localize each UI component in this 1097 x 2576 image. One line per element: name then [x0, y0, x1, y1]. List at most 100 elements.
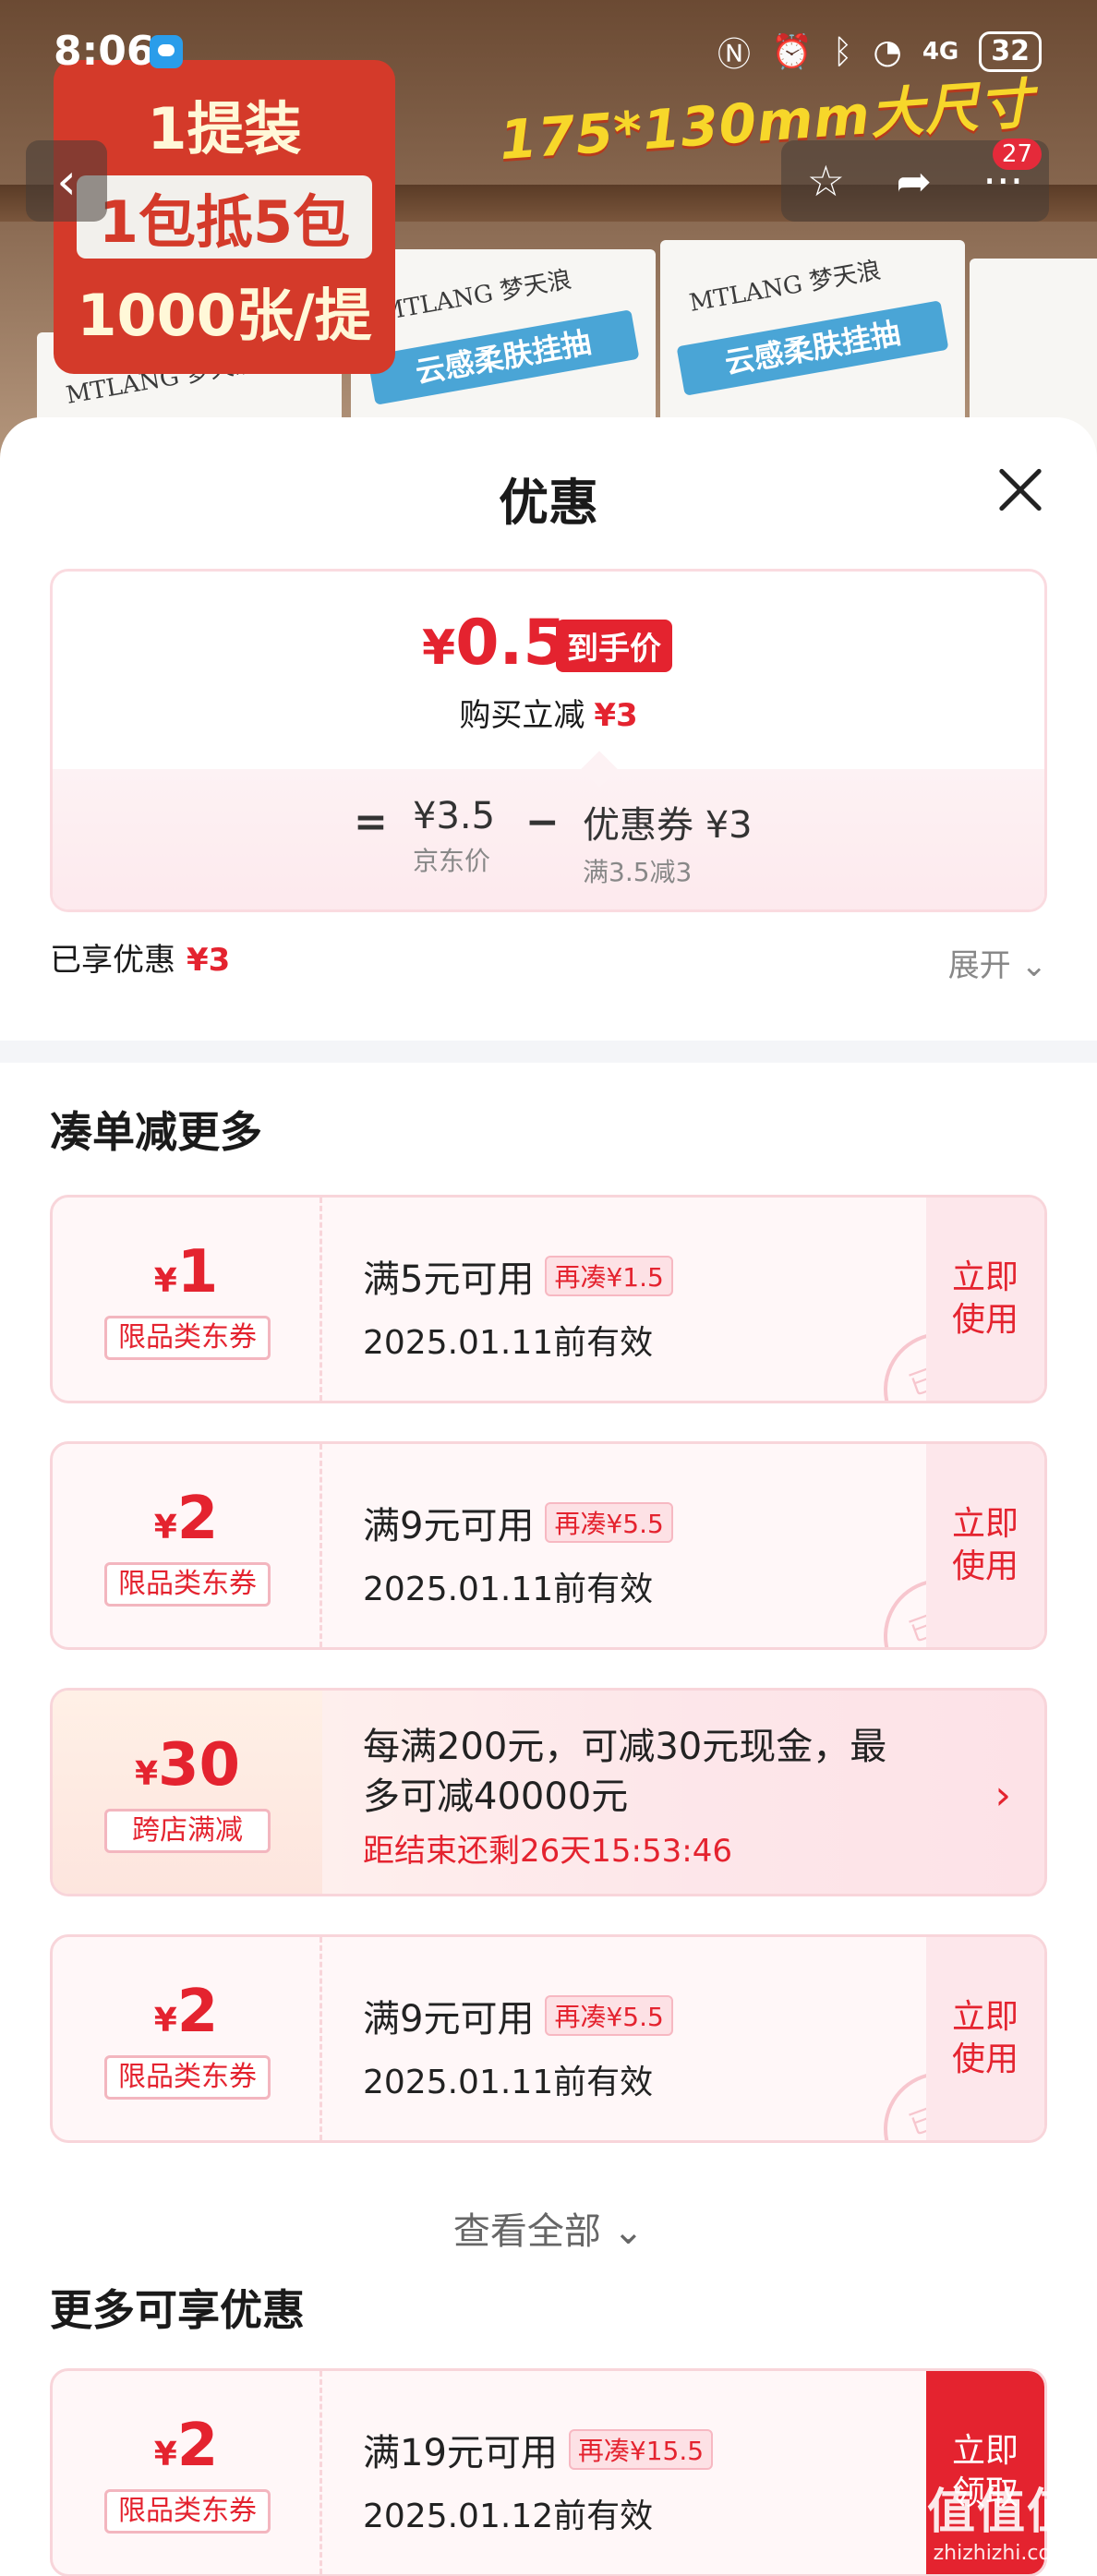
coupon-condition-text: 满5元可用	[363, 1258, 535, 1301]
reduce-label: 购买立减	[459, 697, 585, 734]
promo-line: 1000张/提	[77, 282, 372, 350]
wifi-icon: ◔	[873, 32, 902, 71]
chevron-down-icon: ⌄	[1020, 947, 1048, 984]
coupon-card: ¥2 限品类东券 满19元可用 再凑¥15.5 2025.01.12前有效 立即领…	[50, 2368, 1047, 2576]
coupon-condition-text: 满9元可用	[363, 1998, 535, 2040]
view-all-button[interactable]: 查看全部 ⌄	[0, 2201, 1097, 2255]
back-button[interactable]: ‹	[26, 140, 107, 222]
coupon-amount: ¥1	[53, 1238, 319, 1306]
star-icon[interactable]: ☆	[807, 156, 845, 206]
use-now-button[interactable]: 立即使用	[926, 1444, 1044, 1647]
coupon-amount-value: 2	[176, 2412, 219, 2480]
notification-badge: 27	[992, 138, 1042, 170]
expand-label: 展开	[947, 947, 1011, 984]
promo-rule-line2: 多可减40000元	[363, 1776, 629, 1818]
coupon-amount: ¥2	[53, 2412, 319, 2480]
final-price: ¥0.5	[422, 607, 567, 680]
share-icon[interactable]: ➦	[896, 156, 932, 206]
currency-symbol: ¥	[134, 1755, 158, 1793]
enjoyed-discount: 已享优惠 ¥3	[50, 934, 230, 980]
coupon-amount-value: 1	[176, 1238, 219, 1306]
currency-symbol: ¥	[153, 2436, 177, 2474]
view-all-label: 查看全部	[452, 2210, 601, 2253]
watermark-logo: 值值值	[926, 2485, 1077, 2540]
section-title-combine: 凑单减更多	[50, 1107, 262, 1157]
expand-button[interactable]: 展开 ⌄	[948, 940, 1047, 985]
price-breakdown: ¥0.5 到手价 购买立减 ¥3 = ¥3.5 京东价 − 优惠券 ¥3 满3.5…	[50, 569, 1047, 912]
nfc-icon: Ⓝ	[717, 36, 751, 74]
currency-symbol: ¥	[153, 2002, 177, 2040]
coupon-info: 满9元可用 再凑¥5.5 2025.01.11前有效	[363, 1496, 673, 1610]
coupon-condition: 满9元可用 再凑¥5.5	[363, 1989, 673, 2042]
jd-price: ¥3.5 京东价	[413, 795, 495, 878]
coupon-validity: 2025.01.12前有效	[363, 2498, 654, 2535]
coupon-type: 限品类东券	[104, 2055, 271, 2100]
coupon-value: ¥2 限品类东券	[53, 1937, 322, 2140]
coupon-deduction-value: 优惠券 ¥3	[583, 804, 753, 847]
coupon-condition-text: 满9元可用	[363, 1505, 535, 1547]
use-now-button[interactable]: 立即使用	[926, 1937, 1044, 2140]
enjoyed-amount: ¥3	[187, 942, 231, 979]
coupon-value: ¥1 限品类东券	[53, 1198, 322, 1401]
alarm-icon: ⏰	[770, 33, 813, 71]
coupon-amount: ¥2	[53, 1485, 319, 1553]
promo-value: ¥30 跨店满减	[53, 1691, 322, 1894]
status-bar: 8:06 Ⓝ ⏰ ᛒ ◔ 4G 32	[0, 0, 1097, 102]
coupon-info: 满9元可用 再凑¥5.5 2025.01.11前有效	[363, 1989, 673, 2103]
promo-type: 跨店满减	[104, 1809, 271, 1853]
coupon-card: ¥2 限品类东券 满9元可用再凑¥5.5 2025.01.11前有效 已领 立即…	[50, 1934, 1047, 2143]
promo-amount-value: 30	[158, 1731, 241, 1800]
promo-info: 每满200元，可减30元现金，最 多可减40000元 距结束还剩26天15:53…	[363, 1722, 1009, 1871]
promo-amount: ¥30	[53, 1731, 322, 1800]
currency-symbol: ¥	[422, 620, 456, 676]
coupon-info: 满19元可用 再凑¥15.5 2025.01.12前有效	[363, 2423, 714, 2537]
product-tag: 云感柔肤挂抽	[367, 309, 640, 405]
coupon-rule: 满3.5减3	[583, 857, 693, 887]
use-now-label: 立即使用	[951, 1258, 1019, 1339]
coupon-info: 满5元可用 再凑¥1.5 2025.01.11前有效	[363, 1249, 673, 1364]
coupon-value: ¥2 限品类东券	[53, 1444, 322, 1647]
chevron-left-icon: ‹	[56, 151, 77, 211]
brand-label: MTLANG 梦天浪	[687, 256, 884, 318]
final-price-tag: 到手价	[556, 620, 672, 672]
coupon-need-badge: 再凑¥15.5	[568, 2429, 714, 2470]
site-watermark: 值值值 zhizhizhi.com	[927, 2473, 1077, 2565]
watermark-url: zhizhizhi.com	[933, 2542, 1071, 2565]
discount-sheet: 优惠 ¥0.5 到手价 购买立减 ¥3 = ¥3.5 京东价 − 优惠券 ¥3 满…	[0, 417, 1097, 2576]
chevron-down-icon: ⌄	[612, 2210, 645, 2253]
minus-sign: −	[525, 799, 560, 846]
brand-label: MTLANG 梦天浪	[378, 265, 574, 327]
reduce-amount: ¥3	[594, 697, 638, 734]
close-icon[interactable]	[988, 460, 1047, 519]
coupon-validity: 2025.01.11前有效	[363, 1324, 654, 1362]
coupon-type: 限品类东券	[104, 1562, 271, 1607]
reduce-line: 购买立减 ¥3	[53, 690, 1044, 735]
price-calculation: = ¥3.5 京东价 − 优惠券 ¥3 满3.5减3	[53, 751, 1044, 909]
currency-symbol: ¥	[153, 1509, 177, 1547]
status-time: 8:06	[54, 28, 155, 75]
coupon-validity: 2025.01.11前有效	[363, 1571, 654, 1608]
chevron-right-icon: ›	[995, 1772, 1011, 1819]
cross-store-promo[interactable]: ¥30 跨店满减 每满200元，可减30元现金，最 多可减40000元 距结束还…	[50, 1688, 1047, 1896]
jd-price-label: 京东价	[413, 846, 491, 876]
enjoyed-label: 已享优惠	[50, 942, 175, 979]
coupon-validity: 2025.01.11前有效	[363, 2064, 654, 2101]
coupon-need-badge: 再凑¥5.5	[545, 1995, 673, 2036]
status-icons: Ⓝ ⏰ ᛒ ◔ 4G 32	[717, 28, 1042, 76]
promo-countdown: 距结束还剩26天15:53:46	[363, 1833, 732, 1870]
section-title-more: 更多可享优惠	[50, 2285, 305, 2335]
currency-symbol: ¥	[153, 1262, 177, 1300]
product-tag: 云感柔肤挂抽	[676, 300, 949, 396]
coupon-value: ¥2 限品类东券	[53, 2371, 322, 2574]
coupon-card: ¥1 限品类东券 满5元可用再凑¥1.5 2025.01.11前有效 已领 立即…	[50, 1195, 1047, 1403]
final-price-value: 0.5	[455, 607, 567, 680]
equals-sign: =	[354, 799, 388, 846]
use-now-button[interactable]: 立即使用	[926, 1198, 1044, 1401]
coupon-need-badge: 再凑¥5.5	[545, 1502, 673, 1543]
use-now-label: 立即使用	[951, 1998, 1019, 2078]
message-icon	[150, 35, 183, 68]
price-summary: ¥0.5 到手价 购买立减 ¥3	[53, 572, 1044, 769]
coupon-amount-value: 2	[176, 1978, 219, 2046]
battery-icon: 32	[979, 31, 1042, 72]
sheet-title: 优惠	[499, 474, 598, 532]
